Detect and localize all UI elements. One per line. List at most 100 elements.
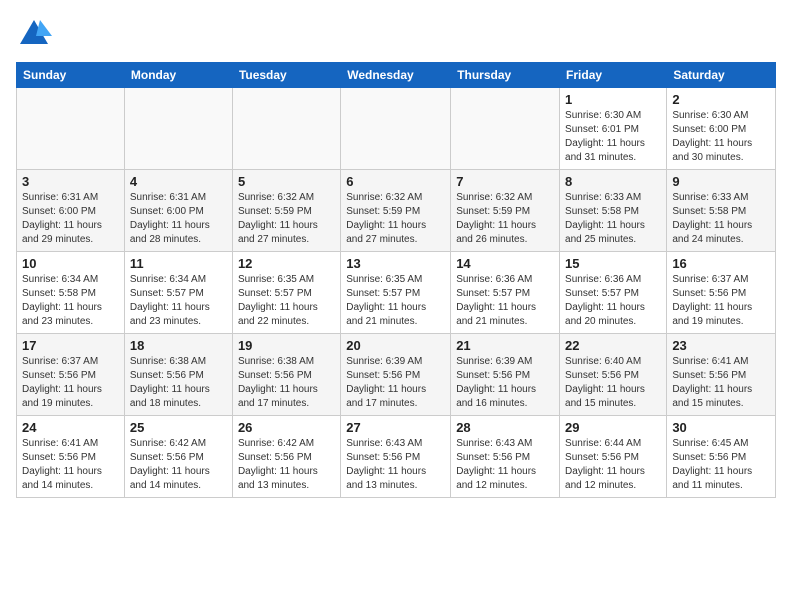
day-number: 3	[22, 174, 119, 189]
day-number: 7	[456, 174, 554, 189]
day-info: Sunrise: 6:30 AM Sunset: 6:01 PM Dayligh…	[565, 109, 661, 165]
day-info: Sunrise: 6:41 AM Sunset: 5:56 PM Dayligh…	[672, 355, 770, 411]
calendar-week-3: 10Sunrise: 6:34 AM Sunset: 5:58 PM Dayli…	[17, 252, 776, 334]
day-number: 2	[672, 92, 770, 107]
calendar-week-4: 17 Sunrise: 6:37 AM Sunset: 5:56 PM Dayli…	[17, 334, 776, 416]
day-number: 26	[238, 420, 335, 435]
day-number: 6	[346, 174, 445, 189]
calendar-header-row: SundayMondayTuesdayWednesdayThursdayFrid…	[17, 63, 776, 88]
logo-icon	[16, 16, 52, 52]
day-number: 30	[672, 420, 770, 435]
calendar-cell: 22Sunrise: 6:40 AM Sunset: 5:56 PM Dayli…	[560, 334, 667, 416]
day-info: Sunrise: 6:42 AM Sunset: 5:56 PM Dayligh…	[130, 437, 227, 493]
day-info: Sunrise: 6:32 AM Sunset: 5:59 PM Dayligh…	[456, 191, 554, 247]
calendar-cell	[17, 88, 125, 170]
day-info: Sunrise: 6:41 AM Sunset: 5:56 PM Dayligh…	[22, 437, 119, 493]
day-info: Sunrise: 6:33 AM Sunset: 5:58 PM Dayligh…	[672, 191, 770, 247]
day-number: 19	[238, 338, 335, 353]
day-info: Sunrise: 6:33 AM Sunset: 5:58 PM Dayligh…	[565, 191, 661, 247]
day-info: Sunrise: 6:36 AM Sunset: 5:57 PM Dayligh…	[565, 273, 661, 329]
day-info: Sunrise: 6:31 AM Sunset: 6:00 PM Dayligh…	[130, 191, 227, 247]
calendar-cell: 5Sunrise: 6:32 AM Sunset: 5:59 PM Daylig…	[232, 170, 340, 252]
calendar-cell: 9 Sunrise: 6:33 AM Sunset: 5:58 PM Daylig…	[667, 170, 776, 252]
logo	[16, 16, 58, 52]
day-number: 9	[672, 174, 770, 189]
day-number: 21	[456, 338, 554, 353]
day-info: Sunrise: 6:35 AM Sunset: 5:57 PM Dayligh…	[346, 273, 445, 329]
calendar-cell: 21 Sunrise: 6:39 AM Sunset: 5:56 PM Dayli…	[451, 334, 560, 416]
calendar-cell	[232, 88, 340, 170]
day-info: Sunrise: 6:32 AM Sunset: 5:59 PM Dayligh…	[238, 191, 335, 247]
calendar-cell: 12 Sunrise: 6:35 AM Sunset: 5:57 PM Dayli…	[232, 252, 340, 334]
page-header	[16, 16, 776, 52]
day-info: Sunrise: 6:38 AM Sunset: 5:56 PM Dayligh…	[130, 355, 227, 411]
day-info: Sunrise: 6:37 AM Sunset: 5:56 PM Dayligh…	[672, 273, 770, 329]
header-friday: Friday	[560, 63, 667, 88]
day-info: Sunrise: 6:35 AM Sunset: 5:57 PM Dayligh…	[238, 273, 335, 329]
calendar-cell: 6 Sunrise: 6:32 AM Sunset: 5:59 PM Daylig…	[341, 170, 451, 252]
header-thursday: Thursday	[451, 63, 560, 88]
calendar-cell: 25 Sunrise: 6:42 AM Sunset: 5:56 PM Dayli…	[124, 416, 232, 498]
day-number: 17	[22, 338, 119, 353]
day-info: Sunrise: 6:39 AM Sunset: 5:56 PM Dayligh…	[346, 355, 445, 411]
day-info: Sunrise: 6:42 AM Sunset: 5:56 PM Dayligh…	[238, 437, 335, 493]
day-number: 23	[672, 338, 770, 353]
day-info: Sunrise: 6:34 AM Sunset: 5:58 PM Dayligh…	[22, 273, 119, 329]
calendar-cell: 10Sunrise: 6:34 AM Sunset: 5:58 PM Dayli…	[17, 252, 125, 334]
calendar-cell: 11 Sunrise: 6:34 AM Sunset: 5:57 PM Dayli…	[124, 252, 232, 334]
calendar-cell	[341, 88, 451, 170]
day-info: Sunrise: 6:31 AM Sunset: 6:00 PM Dayligh…	[22, 191, 119, 247]
calendar-cell: 1 Sunrise: 6:30 AM Sunset: 6:01 PM Daylig…	[560, 88, 667, 170]
calendar-cell: 15 Sunrise: 6:36 AM Sunset: 5:57 PM Dayli…	[560, 252, 667, 334]
calendar-cell: 29 Sunrise: 6:44 AM Sunset: 5:56 PM Dayli…	[560, 416, 667, 498]
day-info: Sunrise: 6:40 AM Sunset: 5:56 PM Dayligh…	[565, 355, 661, 411]
calendar-cell: 4 Sunrise: 6:31 AM Sunset: 6:00 PM Daylig…	[124, 170, 232, 252]
day-number: 1	[565, 92, 661, 107]
calendar-cell: 8 Sunrise: 6:33 AM Sunset: 5:58 PM Daylig…	[560, 170, 667, 252]
calendar-week-5: 24Sunrise: 6:41 AM Sunset: 5:56 PM Dayli…	[17, 416, 776, 498]
day-info: Sunrise: 6:44 AM Sunset: 5:56 PM Dayligh…	[565, 437, 661, 493]
day-number: 20	[346, 338, 445, 353]
header-tuesday: Tuesday	[232, 63, 340, 88]
calendar-cell: 7 Sunrise: 6:32 AM Sunset: 5:59 PM Daylig…	[451, 170, 560, 252]
calendar-cell: 13 Sunrise: 6:35 AM Sunset: 5:57 PM Dayli…	[341, 252, 451, 334]
day-number: 13	[346, 256, 445, 271]
calendar-week-2: 3 Sunrise: 6:31 AM Sunset: 6:00 PM Daylig…	[17, 170, 776, 252]
calendar-cell: 26 Sunrise: 6:42 AM Sunset: 5:56 PM Dayli…	[232, 416, 340, 498]
calendar-cell: 23 Sunrise: 6:41 AM Sunset: 5:56 PM Dayli…	[667, 334, 776, 416]
calendar-cell: 24Sunrise: 6:41 AM Sunset: 5:56 PM Dayli…	[17, 416, 125, 498]
header-monday: Monday	[124, 63, 232, 88]
day-info: Sunrise: 6:36 AM Sunset: 5:57 PM Dayligh…	[456, 273, 554, 329]
day-info: Sunrise: 6:43 AM Sunset: 5:56 PM Dayligh…	[346, 437, 445, 493]
day-number: 25	[130, 420, 227, 435]
day-info: Sunrise: 6:39 AM Sunset: 5:56 PM Dayligh…	[456, 355, 554, 411]
calendar-cell: 18Sunrise: 6:38 AM Sunset: 5:56 PM Dayli…	[124, 334, 232, 416]
calendar-table: SundayMondayTuesdayWednesdayThursdayFrid…	[16, 62, 776, 498]
day-number: 27	[346, 420, 445, 435]
day-number: 29	[565, 420, 661, 435]
calendar-cell: 28 Sunrise: 6:43 AM Sunset: 5:56 PM Dayli…	[451, 416, 560, 498]
header-sunday: Sunday	[17, 63, 125, 88]
calendar-cell	[451, 88, 560, 170]
day-number: 15	[565, 256, 661, 271]
calendar-week-1: 1 Sunrise: 6:30 AM Sunset: 6:01 PM Daylig…	[17, 88, 776, 170]
day-info: Sunrise: 6:34 AM Sunset: 5:57 PM Dayligh…	[130, 273, 227, 329]
calendar-cell: 20 Sunrise: 6:39 AM Sunset: 5:56 PM Dayli…	[341, 334, 451, 416]
header-saturday: Saturday	[667, 63, 776, 88]
day-info: Sunrise: 6:45 AM Sunset: 5:56 PM Dayligh…	[672, 437, 770, 493]
calendar-cell	[124, 88, 232, 170]
day-number: 4	[130, 174, 227, 189]
day-number: 11	[130, 256, 227, 271]
day-info: Sunrise: 6:43 AM Sunset: 5:56 PM Dayligh…	[456, 437, 554, 493]
day-info: Sunrise: 6:30 AM Sunset: 6:00 PM Dayligh…	[672, 109, 770, 165]
day-number: 8	[565, 174, 661, 189]
day-info: Sunrise: 6:32 AM Sunset: 5:59 PM Dayligh…	[346, 191, 445, 247]
day-info: Sunrise: 6:38 AM Sunset: 5:56 PM Dayligh…	[238, 355, 335, 411]
day-number: 12	[238, 256, 335, 271]
header-wednesday: Wednesday	[341, 63, 451, 88]
day-number: 14	[456, 256, 554, 271]
calendar-cell: 30 Sunrise: 6:45 AM Sunset: 5:56 PM Dayli…	[667, 416, 776, 498]
calendar-cell: 2 Sunrise: 6:30 AM Sunset: 6:00 PM Daylig…	[667, 88, 776, 170]
day-number: 28	[456, 420, 554, 435]
day-info: Sunrise: 6:37 AM Sunset: 5:56 PM Dayligh…	[22, 355, 119, 411]
